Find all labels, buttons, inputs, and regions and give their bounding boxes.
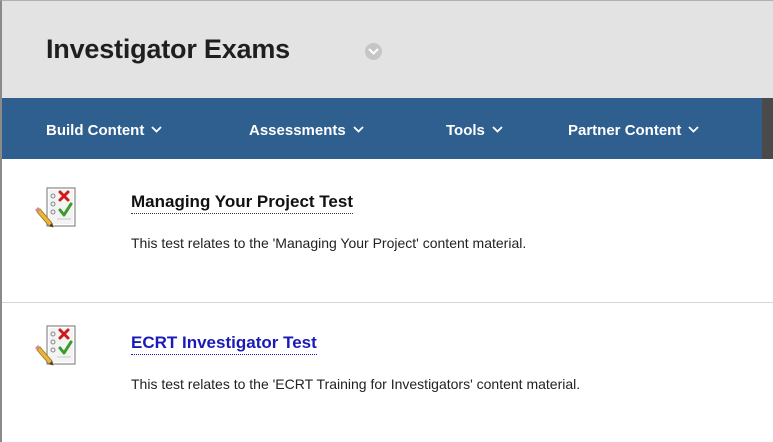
test-icon: [33, 186, 81, 232]
chevron-down-circle-icon[interactable]: [365, 43, 382, 60]
nav-bar-edge: [762, 98, 773, 159]
item-description: This test relates to the 'ECRT Training …: [131, 376, 581, 392]
item-divider: [2, 302, 773, 303]
nav-assessments[interactable]: Assessments: [249, 120, 364, 139]
nav-build-content-label: Build Content: [46, 122, 145, 139]
page-header: Investigator Exams: [2, 1, 773, 98]
chevron-down-icon: [353, 120, 364, 137]
nav-partner-content-label: Partner Content: [568, 122, 682, 139]
chevron-down-icon: [151, 120, 162, 137]
chevron-down-icon: [688, 120, 699, 137]
nav-build-content[interactable]: Build Content: [46, 120, 162, 139]
nav-tools[interactable]: Tools: [446, 120, 503, 139]
item-title-ecrt-investigator-test[interactable]: ECRT Investigator Test: [131, 333, 317, 355]
item-title-managing-your-project-test[interactable]: Managing Your Project Test: [131, 192, 353, 214]
test-icon: [33, 324, 81, 370]
item-description: This test relates to the 'Managing Your …: [131, 235, 527, 251]
page-title: Investigator Exams: [46, 34, 291, 64]
nav-tools-label: Tools: [446, 122, 485, 139]
chevron-down-icon: [492, 120, 503, 137]
nav-partner-content[interactable]: Partner Content: [568, 120, 699, 139]
nav-assessments-label: Assessments: [249, 122, 346, 139]
